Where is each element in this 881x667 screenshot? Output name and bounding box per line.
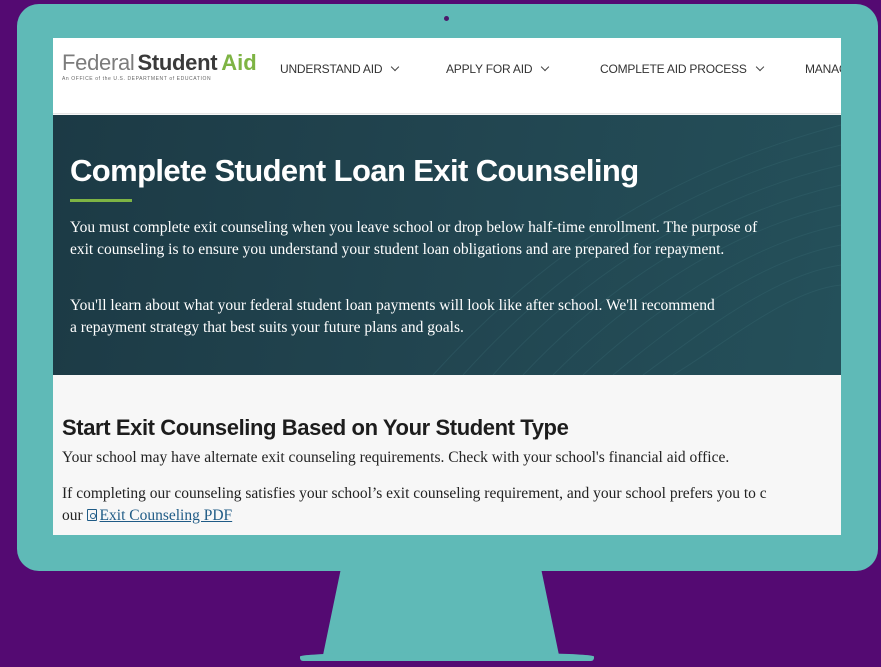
hero-paragraph-1: You must complete exit counseling when y… [70,219,758,258]
hero-banner: Complete Student Loan Exit Counseling Yo… [53,115,841,375]
section-paragraph-2: If completing our counseling satisfies y… [62,485,767,502]
nav-apply-for-aid-label: APPLY FOR AID [446,62,533,76]
monitor-base [300,652,594,661]
webcam-dot [444,16,449,21]
main-nav: UNDERSTAND AID APPLY FOR AID COMPLETE AI… [53,62,841,78]
chevron-down-icon [391,62,400,72]
hero-paragraph-2: You'll learn about what your federal stu… [70,297,715,336]
nav-manage-loans[interactable]: MANAG [805,62,841,76]
section-paragraph-3: our Exit Counseling PDF [62,505,232,527]
nav-manage-label: MANAG [805,62,841,76]
chevron-down-icon [541,62,550,72]
pdf-file-icon [86,509,97,521]
nav-apply-for-aid[interactable]: APPLY FOR AID [446,62,550,76]
nav-complete-aid-process[interactable]: COMPLETE AID PROCESS [600,62,764,76]
chevron-down-icon [755,62,764,72]
nav-understand-aid-label: UNDERSTAND AID [280,62,383,76]
section-title: Start Exit Counseling Based on Your Stud… [62,415,569,440]
paragraph-prefix: our [62,507,87,524]
monitor-screen: Federal Student Aid An OFFICE of the U.S. … [53,38,841,535]
nav-complete-aid-process-label: COMPLETE AID PROCESS [600,62,747,76]
monitor-stand [322,568,560,660]
page-title: Complete Student Loan Exit Counseling [70,153,639,188]
exit-counseling-section: Start Exit Counseling Based on Your Stud… [53,375,841,535]
section-paragraph-1: Your school may have alternate exit coun… [62,449,730,466]
nav-understand-aid[interactable]: UNDERSTAND AID [280,62,400,76]
title-accent-bar [70,199,132,202]
exit-counseling-pdf-link[interactable]: Exit Counseling PDF [100,507,233,524]
site-header: Federal Student Aid An OFFICE of the U.S. … [53,38,841,114]
